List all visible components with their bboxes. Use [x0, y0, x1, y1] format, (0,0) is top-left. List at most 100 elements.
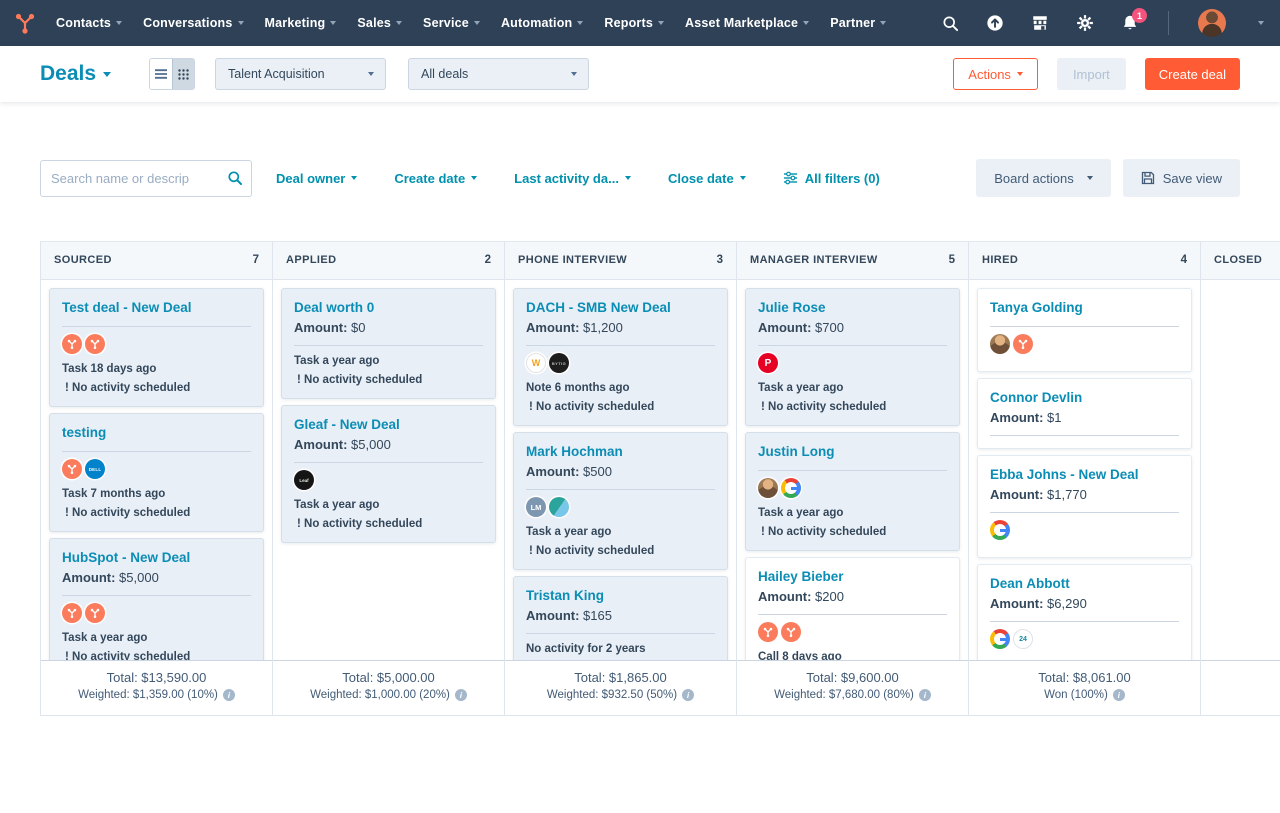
save-icon — [1141, 171, 1155, 185]
deal-amount: Amount: $6,290 — [990, 595, 1179, 613]
chevron-down-icon — [625, 176, 631, 180]
deal-card[interactable]: Justin LongTask a year ago! No activity … — [745, 432, 960, 551]
deal-amount-label: Amount: — [758, 589, 811, 604]
nav-item-asset-marketplace[interactable]: Asset Marketplace — [685, 16, 809, 30]
deal-title-link[interactable]: Gleaf - New Deal — [294, 415, 483, 435]
info-icon[interactable]: i — [1113, 689, 1125, 701]
deal-amount-label: Amount: — [990, 487, 1043, 502]
deals-view-select[interactable]: All deals — [408, 58, 589, 90]
deal-card[interactable]: Tanya Golding — [977, 288, 1192, 372]
top-nav: Contacts Conversations Marketing Sales Servi… — [0, 0, 1280, 46]
google-logo-avatar-icon — [781, 478, 801, 498]
nav-item-sales[interactable]: Sales — [357, 16, 402, 30]
deal-title-link[interactable]: Hailey Bieber — [758, 567, 947, 587]
nav-item-automation[interactable]: Automation — [501, 16, 583, 30]
deal-title-link[interactable]: Dean Abbott — [990, 574, 1179, 594]
card-divider — [990, 512, 1179, 513]
import-button[interactable]: Import — [1057, 58, 1126, 90]
globe-logo-avatar-icon — [549, 497, 569, 517]
column-header: SOURCED7 — [41, 242, 272, 280]
filter-close-date[interactable]: Close date — [668, 171, 746, 186]
all-filters-button[interactable]: All filters (0) — [783, 171, 880, 186]
nav-item-marketing[interactable]: Marketing — [265, 16, 337, 30]
deal-title-link[interactable]: Tristan King — [526, 586, 715, 606]
chevron-down-icon — [1017, 72, 1023, 76]
user-avatar[interactable] — [1198, 9, 1226, 37]
nav-item-partner[interactable]: Partner — [830, 16, 886, 30]
view-toggle — [149, 58, 195, 90]
deal-last-activity: Task 18 days ago — [62, 361, 251, 377]
column-cards: Deal worth 0Amount: $0Task a year ago! N… — [273, 280, 504, 660]
deal-card[interactable]: Hailey BieberAmount: $200Call 8 days ago… — [745, 557, 960, 660]
settings-gear-icon[interactable] — [1076, 14, 1094, 32]
deal-title-link[interactable]: Julie Rose — [758, 298, 947, 318]
save-view-button[interactable]: Save view — [1123, 159, 1240, 197]
column-total: Total: $9,600.00 — [737, 670, 968, 685]
deal-card[interactable]: Tristan KingAmount: $165No activity for … — [513, 576, 728, 660]
deal-title-link[interactable]: Connor Devlin — [990, 388, 1179, 408]
filter-last-activity-da[interactable]: Last activity da... — [514, 171, 631, 186]
deal-amount-label: Amount: — [294, 437, 347, 452]
filter-deal-owner[interactable]: Deal owner — [276, 171, 357, 186]
nav-item-reports[interactable]: Reports — [604, 16, 664, 30]
deal-last-activity: No activity for 2 years — [526, 641, 715, 657]
nav-item-contacts[interactable]: Contacts — [56, 16, 122, 30]
pipeline-select[interactable]: Talent Acquisition — [215, 58, 386, 90]
deal-avatars — [990, 334, 1179, 355]
deal-card[interactable]: testingDELLTask 7 months ago! No activit… — [49, 413, 264, 532]
deal-title-link[interactable]: Test deal - New Deal — [62, 298, 251, 318]
user-menu-chevron-down-icon[interactable] — [1258, 21, 1264, 25]
list-view-button[interactable] — [150, 59, 172, 89]
deal-title-link[interactable]: DACH - SMB New Deal — [526, 298, 715, 318]
marketplace-icon[interactable] — [1031, 14, 1049, 32]
hubspot-logo-avatar-icon — [62, 603, 82, 623]
page-title-dropdown[interactable]: Deals — [40, 62, 111, 86]
info-icon[interactable]: i — [919, 689, 931, 701]
search-input[interactable] — [40, 160, 252, 197]
hubspot-logo-avatar-icon — [85, 603, 105, 623]
board-view-button[interactable] — [172, 59, 194, 89]
actions-button[interactable]: Actions — [953, 58, 1038, 90]
deal-title-link[interactable]: Tanya Golding — [990, 298, 1179, 318]
deal-card[interactable]: Dean AbbottAmount: $6,290 24 — [977, 564, 1192, 660]
deal-card[interactable]: Connor DevlinAmount: $1 — [977, 378, 1192, 449]
deal-card[interactable]: Ebba Johns - New DealAmount: $1,770 — [977, 455, 1192, 558]
deal-last-activity: Task a year ago — [758, 380, 947, 396]
search-icon[interactable] — [227, 170, 243, 186]
column-name: HIRED — [982, 254, 1018, 266]
deal-card[interactable]: DACH - SMB New DealAmount: $1,200WBYTIGN… — [513, 288, 728, 426]
info-icon[interactable]: i — [682, 689, 694, 701]
deal-title-link[interactable]: Justin Long — [758, 442, 947, 462]
upload-circle-icon[interactable] — [986, 14, 1004, 32]
notifications-bell-icon[interactable]: 1 — [1121, 14, 1139, 32]
deal-title-link[interactable]: Mark Hochman — [526, 442, 715, 462]
nav-item-service[interactable]: Service — [423, 16, 480, 30]
column-header: MANAGER INTERVIEW5 — [737, 242, 968, 280]
google-logo-avatar-icon — [990, 629, 1010, 649]
column-footer: Total: $9,600.00Weighted: $7,680.00 (80%… — [737, 660, 968, 716]
deal-card[interactable]: HubSpot - New DealAmount: $5,000Task a y… — [49, 538, 264, 660]
info-icon[interactable]: i — [455, 689, 467, 701]
deal-card[interactable]: Julie RoseAmount: $700PTask a year ago! … — [745, 288, 960, 426]
deal-title-link[interactable]: Ebba Johns - New Deal — [990, 465, 1179, 485]
filter-label: Create date — [394, 171, 465, 186]
deal-card[interactable]: Deal worth 0Amount: $0Task a year ago! N… — [281, 288, 496, 399]
search-icon[interactable] — [941, 14, 959, 32]
deal-title-link[interactable]: Deal worth 0 — [294, 298, 483, 318]
hubspot-logo-icon[interactable] — [12, 10, 38, 36]
create-deal-button[interactable]: Create deal — [1145, 58, 1240, 90]
card-divider — [758, 345, 947, 346]
deal-card[interactable]: Test deal - New DealTask 18 days ago! No… — [49, 288, 264, 407]
board-actions-button[interactable]: Board actions — [976, 159, 1111, 197]
deal-amount-label: Amount: — [990, 596, 1043, 611]
filter-create-date[interactable]: Create date — [394, 171, 477, 186]
deal-title-link[interactable]: testing — [62, 423, 251, 443]
column-weighted-text: Won (100%) — [1044, 689, 1108, 701]
nav-item-conversations[interactable]: Conversations — [143, 16, 243, 30]
deal-title-link[interactable]: HubSpot - New Deal — [62, 548, 251, 568]
g24-logo-avatar-icon: 24 — [1013, 629, 1033, 649]
deal-card[interactable]: Gleaf - New DealAmount: $5,000LeafTask a… — [281, 405, 496, 543]
info-icon[interactable]: i — [223, 689, 235, 701]
deal-card[interactable]: Mark HochmanAmount: $500LMTask a year ag… — [513, 432, 728, 570]
search-box — [40, 160, 252, 197]
